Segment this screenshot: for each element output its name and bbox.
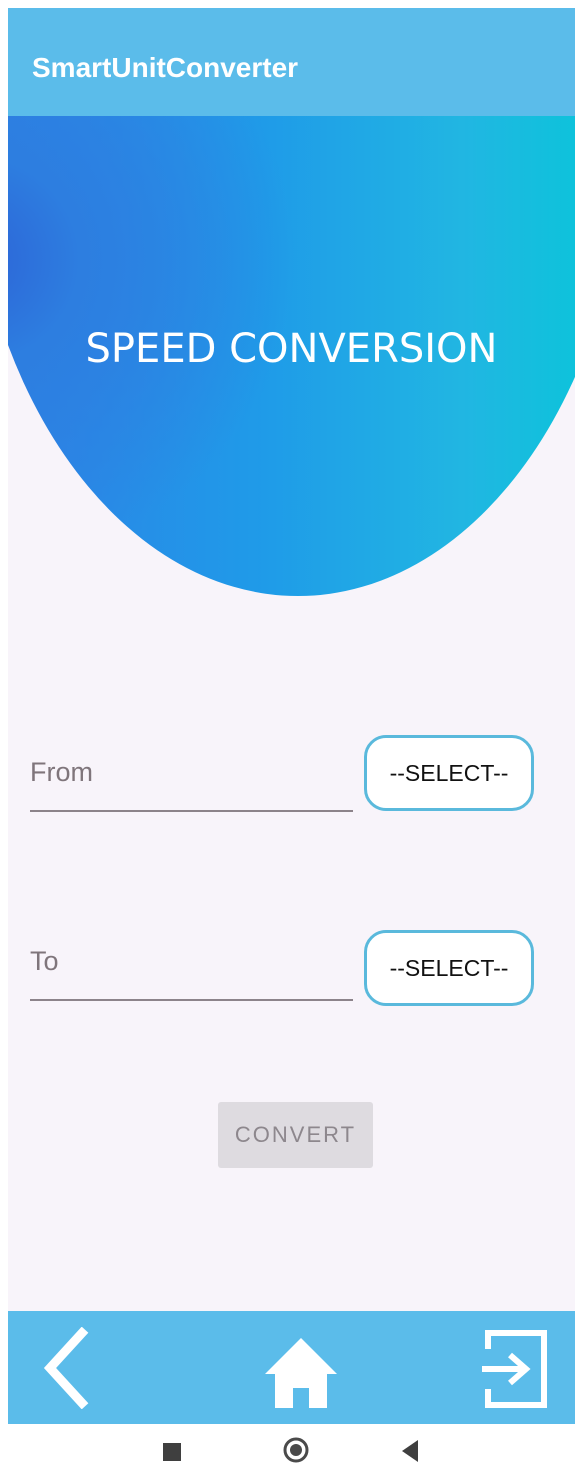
to-field-underline (30, 999, 353, 1001)
system-navigation-bar (0, 1424, 575, 1482)
app-title: SmartUnitConverter (32, 52, 299, 83)
from-field[interactable]: From (30, 757, 93, 788)
home-icon[interactable] (263, 1336, 339, 1410)
back-chevron-icon[interactable] (42, 1327, 92, 1409)
home-circle-icon[interactable] (283, 1437, 309, 1463)
recents-square-icon[interactable] (163, 1443, 181, 1461)
page-title: SPEED CONVERSION (85, 326, 498, 372)
to-field[interactable]: To (30, 946, 59, 977)
hero-banner: SPEED CONVERSION (8, 116, 575, 596)
app-screen: SmartUnitConverter SPEED CONVERSION From… (8, 8, 575, 1424)
from-unit-select-button[interactable]: --SELECT-- (364, 735, 534, 811)
from-field-underline (30, 810, 353, 812)
back-triangle-icon[interactable] (402, 1440, 418, 1462)
to-unit-select-button[interactable]: --SELECT-- (364, 930, 534, 1006)
exit-icon[interactable] (478, 1327, 552, 1411)
convert-button[interactable]: CONVERT (218, 1102, 373, 1168)
app-bar: SmartUnitConverter (8, 8, 575, 116)
bottom-navigation-bar (8, 1311, 575, 1424)
